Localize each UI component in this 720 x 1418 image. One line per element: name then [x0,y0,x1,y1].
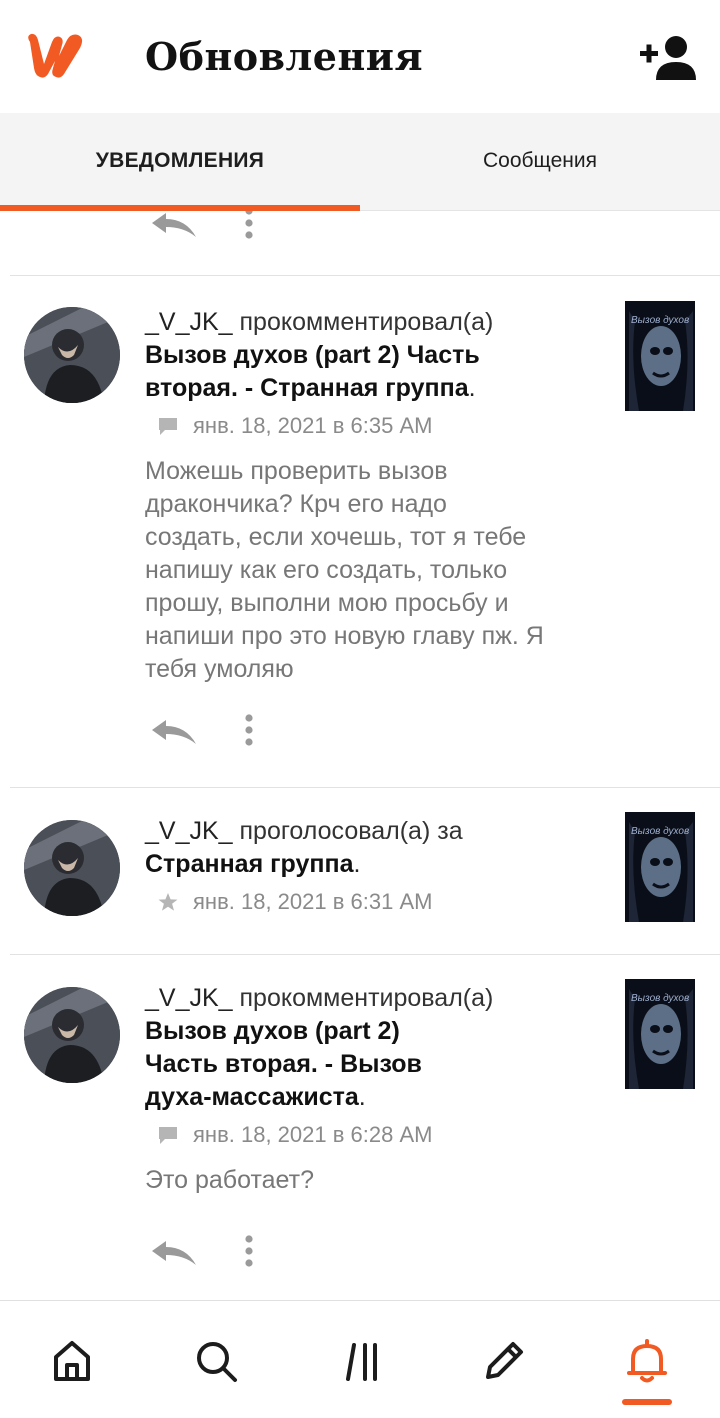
notification-meta: янв. 18, 2021 в 6:31 AM [145,889,595,915]
tab-bar: УВЕДОМЛЕНИЯ Сообщения [0,113,720,211]
more-options-icon[interactable] [240,712,258,752]
notification-headline: _V_JK_ проголосовал(а) за Странная групп… [145,815,595,881]
nav-search[interactable] [186,1331,246,1391]
avatar[interactable] [24,820,120,916]
active-nav-indicator [622,1399,672,1405]
comment-text: Можешь проверить вызов дракончика? Крч е… [145,455,595,686]
notification-actions [150,1233,270,1273]
nav-write[interactable] [474,1331,534,1391]
story-title-line[interactable]: Вызов духов (part 2) Часть [145,341,480,369]
home-icon [54,1341,90,1381]
nav-library[interactable] [332,1331,392,1391]
story-title-line[interactable]: Часть вторая. - Вызов [145,1050,422,1078]
username[interactable]: _V_JK_ [145,308,233,336]
reply-icon[interactable] [150,718,198,746]
bell-icon [627,1339,667,1383]
avatar[interactable] [24,987,120,1083]
story-title-line[interactable]: вторая. - Странная группа [145,374,469,402]
reply-icon[interactable] [150,1239,198,1267]
notification-item[interactable]: _V_JK_ прокомментировал(а) Вызов духов (… [0,955,720,1300]
notification-headline: _V_JK_ прокомментировал(а) Вызов духов (… [145,982,595,1114]
story-cover[interactable]: Вызов духов [625,301,695,411]
comment-line: дракончика? Крч его надо [145,490,447,518]
comment-line: напиши про это новую главу пж. Я [145,622,544,650]
notification-meta: янв. 18, 2021 в 6:28 AM [145,1122,595,1148]
comment-line: тебя умоляю [145,655,294,683]
page-title: Обновления [145,34,424,79]
notifications-feed[interactable]: _V_JK_ прокомментировал(а) Вызов духов (… [0,211,720,1300]
comment-icon [159,418,177,435]
notification-item[interactable]: _V_JK_ прокомментировал(а) Вызов духов (… [0,276,720,787]
cover-title: Вызов духов [631,993,690,1004]
reply-icon[interactable] [150,211,198,239]
tab-messages[interactable]: Сообщения [360,113,720,210]
action-text: прокомментировал(а) [239,984,494,1012]
action-text: прокомментировал(а) [239,308,494,336]
comment-line: Можешь проверить вызов [145,457,448,485]
comment-line: прошу, выполни мою просьбу и [145,589,509,617]
nav-home[interactable] [42,1331,102,1391]
timestamp: янв. 18, 2021 в 6:28 AM [193,1122,433,1147]
star-icon [158,893,178,911]
comment-line: напишу как его создать, только [145,556,508,584]
comment-icon [159,1127,177,1144]
search-icon [197,1342,237,1382]
story-cover[interactable]: Вызов духов [625,979,695,1089]
library-icon [346,1343,377,1381]
notification-content: _V_JK_ прокомментировал(а) Вызов духов (… [145,306,595,686]
notification-actions [150,712,270,752]
bottom-navigation [0,1300,720,1418]
timestamp: янв. 18, 2021 в 6:35 AM [193,413,433,438]
story-title-line[interactable]: Странная группа [145,850,353,878]
story-title-suffix: . [353,850,361,878]
story-title-suffix: . [468,374,476,402]
nav-notifications[interactable] [617,1331,677,1391]
story-title-line[interactable]: духа-массажиста [145,1083,359,1111]
tab-notifications[interactable]: УВЕДОМЛЕНИЯ [0,113,360,210]
comment-line: создать, если хочешь, тот я тебе [145,523,527,551]
notification-content: _V_JK_ проголосовал(а) за Странная групп… [145,815,595,915]
cover-title: Вызов духов [631,315,690,326]
avatar[interactable] [24,307,120,403]
wattpad-logo-icon[interactable] [22,28,90,82]
username[interactable]: _V_JK_ [145,817,233,845]
app-header: Обновления [0,0,720,113]
comment-text: Это работает? [145,1164,595,1197]
username[interactable]: _V_JK_ [145,984,233,1012]
pencil-icon [486,1342,523,1379]
notification-item[interactable]: _V_JK_ проголосовал(а) за Странная групп… [0,788,720,954]
add-user-icon[interactable] [638,34,698,82]
more-options-icon[interactable] [240,211,258,245]
notification-headline: _V_JK_ прокомментировал(а) Вызов духов (… [145,306,595,405]
more-options-icon[interactable] [240,1233,258,1273]
story-title-line[interactable]: Вызов духов (part 2) [145,1017,400,1045]
action-text: проголосовал(а) за [239,817,463,845]
story-title-suffix: . [358,1083,366,1111]
story-cover[interactable]: Вызов духов [625,812,695,922]
notification-content: _V_JK_ прокомментировал(а) Вызов духов (… [145,982,595,1197]
notification-actions [150,211,270,245]
cover-title: Вызов духов [631,826,690,837]
comment-line: Это работает? [145,1166,314,1194]
notification-meta: янв. 18, 2021 в 6:35 AM [145,413,595,439]
timestamp: янв. 18, 2021 в 6:31 AM [193,889,433,914]
